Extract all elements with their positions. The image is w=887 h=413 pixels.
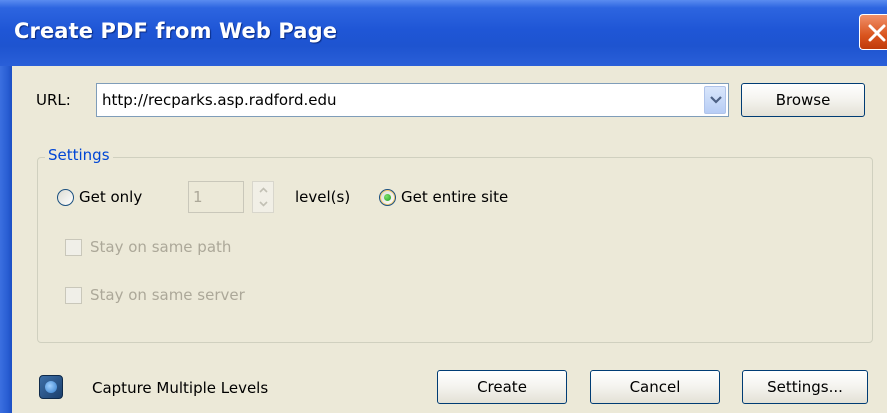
get-only-label[interactable]: Get only [79, 188, 142, 206]
levels-stepper[interactable] [252, 181, 274, 213]
stay-same-path-checkbox[interactable] [65, 239, 82, 256]
stay-same-server-checkbox[interactable] [65, 287, 82, 304]
settings-button[interactable]: Settings... [742, 370, 868, 404]
chevron-up-icon [259, 187, 268, 193]
levels-decrement-button[interactable] [253, 197, 273, 212]
url-input[interactable]: http://recparks.asp.radford.edu [102, 91, 337, 109]
levels-input[interactable]: 1 [188, 181, 244, 213]
window-title: Create PDF from Web Page [14, 19, 338, 43]
url-combobox[interactable]: http://recparks.asp.radford.edu [96, 83, 729, 117]
levels-value: 1 [193, 188, 203, 206]
levels-suffix-label: level(s) [295, 188, 351, 206]
radio-selected-dot [384, 194, 391, 201]
stay-same-server-label[interactable]: Stay on same server [90, 286, 245, 304]
stay-same-path-label[interactable]: Stay on same path [90, 238, 231, 256]
levels-increment-button[interactable] [253, 182, 273, 197]
cancel-button[interactable]: Cancel [590, 370, 720, 404]
capture-multiple-levels-label: Capture Multiple Levels [92, 379, 269, 397]
get-only-radio[interactable] [57, 189, 74, 206]
capture-icon-globe [45, 381, 57, 393]
title-bar[interactable]: Create PDF from Web Page [0, 0, 887, 66]
get-entire-site-label[interactable]: Get entire site [401, 188, 508, 206]
url-dropdown-button[interactable] [704, 86, 726, 114]
settings-group-title: Settings [45, 146, 113, 164]
chevron-down-icon [259, 201, 268, 207]
close-icon [868, 24, 886, 42]
get-entire-site-radio[interactable] [379, 189, 396, 206]
chevron-down-icon [710, 96, 722, 104]
browse-button[interactable]: Browse [741, 83, 865, 117]
url-label: URL: [36, 91, 71, 109]
close-button[interactable] [859, 14, 887, 50]
dialog-body: URL: http://recparks.asp.radford.edu Bro… [12, 66, 887, 413]
create-button[interactable]: Create [437, 370, 567, 404]
capture-levels-icon [39, 375, 63, 399]
